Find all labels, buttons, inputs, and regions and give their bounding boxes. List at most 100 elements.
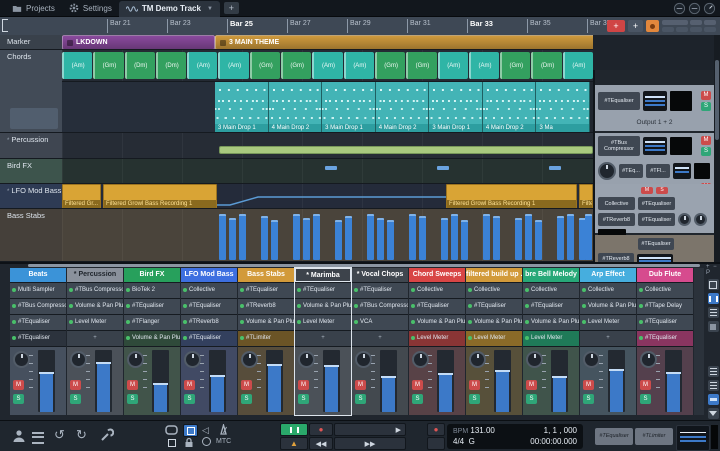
go-to-end-button[interactable]: ▶: [334, 423, 406, 436]
audio-stab-clip[interactable]: [261, 216, 268, 260]
record-arm-button[interactable]: [646, 20, 659, 32]
chord-block[interactable]: (Am): [438, 52, 468, 79]
plugin-row[interactable]: Level Meter: [295, 315, 351, 330]
lfo-mod-bass-lane[interactable]: Filtered Gr...Filtered Growl Bass Record…: [62, 184, 593, 209]
solo-button[interactable]: S: [469, 394, 480, 404]
pan-knob[interactable]: [469, 351, 486, 368]
track-header-percussion[interactable]: *Percussion: [0, 133, 62, 159]
plugin-row[interactable]: BioTek 2: [124, 283, 180, 298]
add-plugin-row[interactable]: +: [67, 331, 123, 346]
mute-button[interactable]: M: [13, 380, 24, 390]
marker-clip[interactable]: 3 MAIN THEME: [215, 35, 593, 50]
plugin-row[interactable]: Level Meter: [523, 331, 579, 346]
chord-block[interactable]: (Gm): [500, 52, 530, 79]
audio-stab-clip[interactable]: [293, 214, 300, 260]
plugin-row[interactable]: #TEqualiser: [238, 283, 294, 298]
percussion-lane[interactable]: [62, 133, 593, 159]
plugin-row[interactable]: VCA: [352, 315, 408, 330]
solo-button[interactable]: S: [241, 394, 252, 404]
loop-icon[interactable]: [165, 425, 178, 435]
audio-clip[interactable]: Filtered ...: [579, 184, 593, 209]
plugin-row[interactable]: #TEqualiser: [10, 315, 66, 330]
plugin-row[interactable]: Volume & Pan Plugin: [238, 315, 294, 330]
chord-block[interactable]: (Gm): [406, 52, 436, 79]
solo-button[interactable]: S: [127, 394, 138, 404]
plugin-row[interactable]: Collective: [409, 283, 465, 298]
solo-button[interactable]: S: [701, 102, 711, 111]
automation-point[interactable]: [437, 166, 449, 170]
volume-fader[interactable]: [38, 350, 55, 412]
view-option-button[interactable]: [662, 27, 674, 32]
undo-icon[interactable]: ↺: [54, 427, 65, 443]
plugin-row[interactable]: Volume & Pan Plugin: [67, 299, 123, 314]
rack-fader[interactable]: [673, 163, 691, 179]
pan-knob[interactable]: [184, 351, 201, 368]
ruler-bar-label[interactable]: Bar 23: [167, 19, 191, 33]
mixer-scrollbar[interactable]: [28, 264, 700, 267]
mute-button[interactable]: M: [298, 380, 309, 390]
fader-handle[interactable]: [210, 375, 225, 377]
mixer-strip-beats[interactable]: BeatsMulti Sampler#TBus Compressor#TEqua…: [10, 268, 66, 415]
transport-extra-button[interactable]: [427, 437, 445, 450]
list-icon[interactable]: [708, 380, 719, 391]
plugin-button[interactable]: #TEqualiser: [638, 213, 675, 226]
add-plugin-row[interactable]: +: [295, 331, 351, 346]
mixer-strip-bass-stabs[interactable]: Bass Stabs#TEqualiser#TReverb8Volume & P…: [238, 268, 294, 415]
loop-start-marker[interactable]: [2, 19, 8, 32]
plugin-row[interactable]: #TEqualiser: [295, 283, 351, 298]
add-button[interactable]: +: [628, 20, 643, 32]
strip-header[interactable]: Arp Effect: [580, 268, 636, 282]
mixer-zoom-controls[interactable]: + − P: [706, 264, 720, 276]
percussion-clip[interactable]: [219, 146, 593, 154]
mixer-strip-bird-fx[interactable]: Bird FXBioTek 2#TEqualiser#TFlangerVolum…: [124, 268, 180, 415]
abort-button[interactable]: ▲: [280, 437, 308, 450]
solo-button[interactable]: S: [526, 394, 537, 404]
chord-block[interactable]: (Am): [469, 52, 499, 79]
mixer-strip-filtered-build-up-[interactable]: filtered build up ...Collective#TEqualis…: [466, 268, 522, 415]
arrow-icon[interactable]: ◁: [202, 425, 209, 436]
stop-button[interactable]: ●: [309, 423, 333, 436]
plugin-row[interactable]: Level Meter: [466, 331, 522, 346]
strip-header[interactable]: Beats: [10, 268, 66, 282]
volume-fader[interactable]: [152, 350, 169, 412]
audio-stab-clip[interactable]: [377, 218, 384, 260]
plugin-button[interactable]: #TBus Compressor: [598, 136, 640, 156]
view-option-button[interactable]: [662, 20, 688, 25]
click-icon[interactable]: [165, 437, 178, 448]
chord-lane[interactable]: (Am)(Gm)(Dm)(Dm)(Am)(Am)(Gm)(Gm)(Am)(Am)…: [62, 50, 593, 82]
menu-icon[interactable]: [708, 307, 719, 318]
redo-icon[interactable]: ↻: [76, 427, 87, 443]
audio-stab-clip[interactable]: [345, 216, 352, 260]
rack-fader[interactable]: [643, 137, 667, 155]
plugin-row[interactable]: Level Meter: [67, 315, 123, 330]
meter-icon[interactable]: [673, 2, 686, 15]
fader-handle[interactable]: [153, 383, 168, 385]
audio-stab-clip[interactable]: [409, 214, 416, 260]
plugin-row[interactable]: #TTape Delay: [637, 299, 693, 314]
mixer-strip-bre-bell-melody[interactable]: bre Bell MelodyCollective#TEqualiserVolu…: [523, 268, 579, 415]
mute-button[interactable]: M: [70, 380, 81, 390]
pause-icon[interactable]: [708, 293, 719, 304]
bars-beats-position[interactable]: 1, 1 , 000: [544, 426, 577, 437]
audio-stab-clip[interactable]: [483, 214, 490, 260]
ruler-bar-label[interactable]: Bar 33: [467, 19, 493, 33]
fader-handle[interactable]: [438, 373, 453, 375]
plugin-row[interactable]: Collective: [466, 283, 522, 298]
plugin-row[interactable]: #TEqualiser: [637, 331, 693, 346]
plugin-row[interactable]: Collective: [580, 283, 636, 298]
audio-stab-clip[interactable]: [367, 214, 374, 260]
strip-header[interactable]: Bird FX: [124, 268, 180, 282]
mute-button[interactable]: M: [469, 380, 480, 390]
solo-button[interactable]: S: [13, 394, 24, 404]
plugin-row[interactable]: Collective: [523, 283, 579, 298]
mute-button[interactable]: M: [127, 380, 138, 390]
audio-stab-clip[interactable]: [239, 214, 246, 260]
solo-button[interactable]: S: [640, 394, 651, 404]
sync-icon[interactable]: [202, 437, 211, 446]
rack-knob[interactable]: [678, 213, 691, 226]
mixer-strip-vocal-chops[interactable]: * Vocal Chops#TEqualiser#TBus Compressor…: [352, 268, 408, 415]
filter-icon[interactable]: [708, 408, 719, 419]
key-value[interactable]: G: [469, 437, 475, 446]
track-header-bird-fx[interactable]: Bird FX: [0, 159, 62, 184]
plugin-button[interactable]: #TEqualiser: [638, 197, 675, 210]
